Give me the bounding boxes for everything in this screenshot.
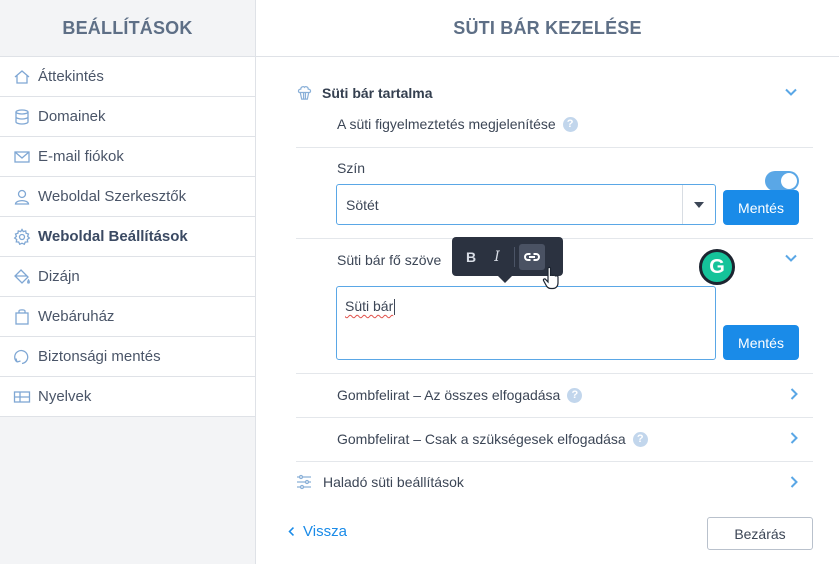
sidebar-item-design[interactable]: Dizájn	[0, 257, 255, 297]
gear-icon	[13, 227, 31, 246]
sidebar: BEÁLLÍTÁSOK Áttekintés Domainek E-mail f…	[0, 0, 256, 564]
sidebar-title: BEÁLLÍTÁSOK	[0, 0, 255, 57]
home-icon	[13, 68, 31, 86]
accept-all-label: Gombfelirat – Az összes elfogadása	[337, 387, 561, 403]
back-link[interactable]: Vissza	[286, 523, 347, 540]
sidebar-item-website-settings[interactable]: Weboldal Beállítások	[0, 217, 255, 257]
main-text-value: Süti bár	[345, 298, 394, 314]
chevron-right-icon[interactable]	[786, 430, 802, 446]
color-select-value: Sötét	[346, 196, 379, 213]
show-warning-row: A süti figyelmeztetés megjelenítése ?	[337, 116, 578, 132]
shopping-bag-icon	[13, 308, 31, 326]
advanced-settings-row[interactable]: Haladó süti beállítások	[296, 474, 464, 490]
sidebar-item-label: Nyelvek	[38, 388, 92, 405]
help-icon[interactable]: ?	[562, 116, 578, 132]
sidebar-item-label: Biztonsági mentés	[38, 348, 161, 365]
sliders-icon	[296, 474, 312, 490]
toolbar-separator	[514, 246, 515, 267]
database-icon	[13, 108, 31, 126]
show-warning-toggle[interactable]	[765, 171, 799, 191]
chevron-left-icon	[286, 524, 297, 540]
main-text-editor[interactable]: Süti bár	[336, 286, 716, 360]
sidebar-item-label: Weboldal Szerkesztők	[38, 188, 187, 205]
help-icon[interactable]: ?	[632, 431, 648, 447]
back-label: Vissza	[303, 523, 347, 540]
sidebar-item-languages[interactable]: Nyelvek	[0, 377, 255, 417]
divider	[296, 461, 813, 462]
divider	[296, 147, 813, 148]
dropdown-arrow-icon[interactable]	[682, 185, 715, 224]
main-text-label: Süti bár fő szöve	[337, 252, 442, 268]
page-title: SÜTI BÁR KEZELÉSE	[256, 0, 839, 57]
chevron-down-icon[interactable]	[783, 84, 799, 100]
sidebar-item-label: Dizájn	[38, 268, 80, 285]
advanced-settings-label: Haladó süti beállítások	[323, 474, 464, 490]
save-color-button[interactable]: Mentés	[723, 190, 799, 225]
mail-icon	[13, 148, 31, 166]
user-icon	[13, 188, 31, 206]
backup-icon	[13, 348, 31, 366]
color-label: Szín	[337, 160, 366, 176]
cupcake-icon	[296, 84, 313, 101]
color-select[interactable]: Sötét	[336, 184, 716, 225]
sidebar-item-editors[interactable]: Weboldal Szerkesztők	[0, 177, 255, 217]
chevron-right-icon[interactable]	[786, 474, 802, 490]
sidebar-item-webshop[interactable]: Webáruház	[0, 297, 255, 337]
text-caret	[394, 299, 396, 316]
grammarly-icon[interactable]: G	[699, 249, 735, 285]
main-panel: SÜTI BÁR KEZELÉSE Süti bár tartalma A sü…	[256, 0, 839, 564]
divider	[296, 417, 813, 418]
save-text-button[interactable]: Mentés	[723, 325, 799, 360]
link-icon	[524, 252, 540, 261]
help-icon[interactable]: ?	[567, 387, 583, 403]
section-title: Süti bár tartalma	[322, 84, 433, 101]
bold-button[interactable]: B	[458, 244, 484, 270]
accept-all-row[interactable]: Gombfelirat – Az összes elfogadása ?	[337, 387, 583, 403]
sidebar-item-email[interactable]: E-mail fiókok	[0, 137, 255, 177]
sidebar-item-label: E-mail fiókok	[38, 148, 124, 165]
close-button[interactable]: Bezárás	[707, 517, 813, 550]
chevron-right-icon[interactable]	[786, 386, 802, 402]
italic-button[interactable]: I	[484, 244, 510, 270]
sidebar-item-domains[interactable]: Domainek	[0, 97, 255, 137]
sidebar-item-label: Webáruház	[38, 308, 115, 325]
hand-cursor-icon	[542, 266, 560, 295]
necessary-only-label: Gombfelirat – Csak a szükségesek elfogad…	[337, 431, 626, 447]
paint-bucket-icon	[13, 268, 31, 286]
sidebar-item-backup[interactable]: Biztonsági mentés	[0, 337, 255, 377]
show-warning-label: A süti figyelmeztetés megjelenítése	[337, 116, 556, 132]
sidebar-item-label: Áttekintés	[38, 68, 104, 85]
flag-icon	[13, 388, 31, 406]
sidebar-item-label: Domainek	[38, 108, 106, 125]
chevron-down-icon[interactable]	[783, 250, 799, 266]
necessary-only-row[interactable]: Gombfelirat – Csak a szükségesek elfogad…	[337, 431, 648, 447]
sidebar-item-overview[interactable]: Áttekintés	[0, 57, 255, 97]
divider	[296, 373, 813, 374]
section-cookie-bar-content[interactable]: Süti bár tartalma	[296, 84, 432, 101]
sidebar-item-label: Weboldal Beállítások	[38, 228, 188, 245]
